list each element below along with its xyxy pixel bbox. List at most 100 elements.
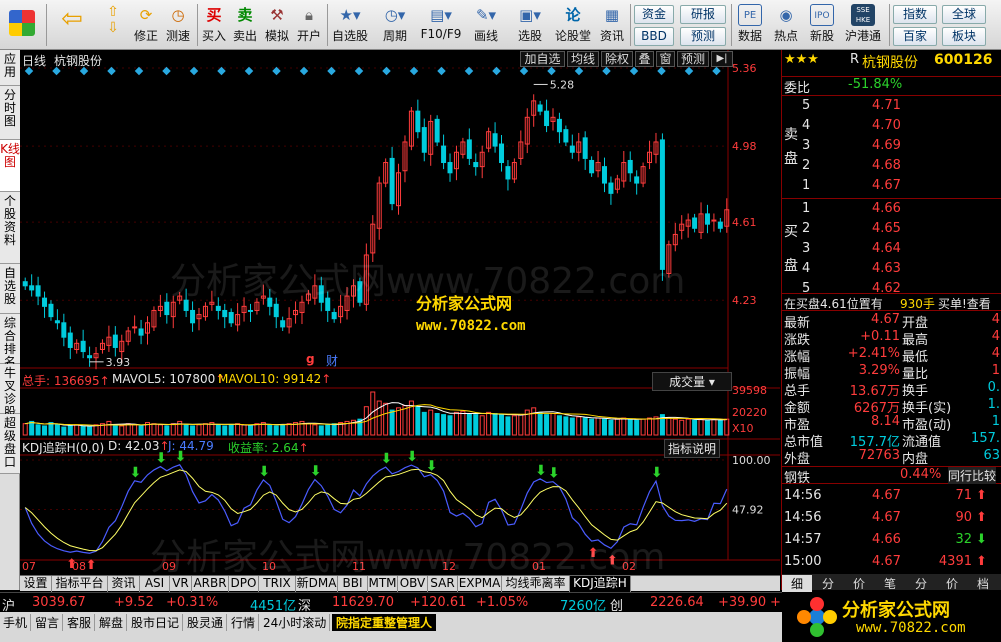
kline-chart-area[interactable]: 5.36 4.98 4.61 4.23 5.28 3.93 39598 20220 X10 100… [20,50,780,578]
toolbar-btn-fix[interactable]: ⟳ 修正 [130,2,162,48]
ask-row[interactable]: 3 4.69 [782,138,1001,155]
quote-tab-1[interactable]: 分 [813,575,843,592]
stat-value: +2.41% [847,346,900,361]
kline-chart-svg[interactable]: 5.36 4.98 4.61 4.23 5.28 3.93 39598 20220 X10 100… [20,50,780,575]
indicator-tab-5[interactable]: ARBR [192,576,229,592]
tick-row: 14:56 4.67 71 ⬆ [782,488,1001,505]
quote-tab-0[interactable]: 细 [782,575,812,592]
status-news[interactable]: 院指定重整管理人 [332,614,437,631]
ask-row[interactable]: 5 4.71 [782,98,1001,115]
buy-signal-arrow-icon: ⬆ [86,558,97,573]
indicator-tab-14[interactable]: 均线乖离率 [502,576,570,592]
toolbar-btn-speed[interactable]: ◷ 测速 [162,2,194,48]
forecast-button[interactable]: 预测 [680,27,726,46]
left-tab-0[interactable]: 应用 [0,50,20,86]
candle-body [29,285,35,291]
indicator-tab-9[interactable]: BBI [338,576,368,592]
toolbar-btn-hot[interactable]: ◉ 热点 [770,2,802,48]
toolbar-btn-open[interactable]: 🔒︎ 开户 [294,2,324,48]
quote-tab-2[interactable]: 价 [844,575,874,592]
global-button[interactable]: 全球 [942,5,986,24]
back-button[interactable]: ⇦ [52,2,92,48]
indicator-tab-12[interactable]: SAR [428,576,458,592]
chart-top-btn-1[interactable]: 均线 [567,51,599,67]
indicator-tab-3[interactable]: ASI [140,576,170,592]
quote-tab-5[interactable]: 价 [937,575,967,592]
indicator-help-button[interactable]: 指标说明 [664,439,720,458]
bid-row[interactable]: 3 4.64 [782,241,1001,258]
up-down-button[interactable]: ⇧ ⇩ [98,2,128,48]
toolbar-btn-forum[interactable]: 论 论股堂 [553,2,593,48]
buy-one-link[interactable]: 买单!查看 [938,295,991,312]
volume-indicator-select[interactable]: 成交量 ▾ [652,372,732,391]
indicator-tab-4[interactable]: VR [170,576,192,592]
quote-header: ★★★ R 杭钢股份 600126 [782,52,1001,72]
left-tab-7[interactable]: 超级盘口 [0,414,20,474]
ask-row[interactable]: 2 4.68 [782,158,1001,175]
status-item-4[interactable]: 股市日记 [128,614,184,631]
toolbar-btn-period[interactable]: ◷▾ 周期 [375,2,415,48]
indicator-tab-2[interactable]: 资讯 [108,576,140,592]
volume-bar [164,425,170,436]
bid-row[interactable]: 1 4.66 [782,201,1001,218]
toolbar-logo-button[interactable] [2,2,42,48]
toolbar-btn-hk-connect[interactable]: SSE HKE 沪港通 [840,2,886,48]
indicator-tab-0[interactable]: 设置 [20,576,52,592]
chart-nav-arrow-icon[interactable]: ▶| [711,51,733,67]
indicator-tab-6[interactable]: DPO [229,576,259,592]
toolbar-btn-screen[interactable]: ▣▾ 选股 [510,2,550,48]
status-item-0[interactable]: 手机 [0,614,32,631]
toolbar-label: 买入 [201,29,226,43]
indicator-tab-8[interactable]: 新DMA [296,576,338,592]
index-button[interactable]: 指数 [893,5,937,24]
quote-tab-6[interactable]: 档 [968,575,998,592]
chart-top-btn-5[interactable]: 预测 [677,51,709,67]
toolbar-btn-sim[interactable]: ⚒ 模拟 [262,2,292,48]
bid-row[interactable]: 4 4.63 [782,261,1001,278]
toolbar-btn-data[interactable]: PE 数据 [734,2,766,48]
indicator-tab-7[interactable]: TRIX [259,576,296,592]
toolbar-btn-sell[interactable]: 卖 卖出 [230,2,260,48]
toolbar-btn-draw[interactable]: ✎▾ 画线 [466,2,506,48]
left-tab-4[interactable]: 自选股 [0,264,20,314]
industry-compare-button[interactable]: 同行比较 [948,467,997,484]
status-item-3[interactable]: 解盘 [96,614,128,631]
toolbar-btn-watchlist[interactable]: ★▾ 自选股 [330,2,370,48]
chart-top-btn-0[interactable]: 加自选 [520,51,565,67]
bid-row[interactable]: 2 4.65 [782,221,1001,238]
indicator-tab-1[interactable]: 指标平台 [52,576,108,592]
sell-signal-arrow-icon: ⬇ [548,466,560,482]
quote-tab-3[interactable]: 笔 [875,575,905,592]
bid-level: 2 [802,221,811,236]
toolbar-btn-ipo[interactable]: IPO 新股 [806,2,838,48]
status-item-1[interactable]: 留言 [32,614,64,631]
left-tab-1[interactable]: 分时图 [0,86,20,140]
status-item-6[interactable]: 行情 [228,614,260,631]
ask-row[interactable]: 4 4.70 [782,118,1001,135]
status-item-7[interactable]: 24小时滚动 [260,614,331,631]
status-item-2[interactable]: 客服 [64,614,96,631]
indicator-tab-15[interactable]: KDJ追踪H [570,576,631,592]
status-item-5[interactable]: 股灵通 [184,614,228,631]
ask-row[interactable]: 1 4.67 [782,178,1001,195]
indicator-tab-13[interactable]: EXPMA [458,576,502,592]
fund-button[interactable]: 资金 [634,5,674,24]
bid-level: 1 [802,201,811,216]
quote-tab-4[interactable]: 分 [906,575,936,592]
left-tab-6[interactable]: 牛叉诊股 [0,364,20,419]
toolbar-btn-f10[interactable]: ▤▾ F10/F9 [418,2,464,48]
left-tab-3[interactable]: 个股资料 [0,192,20,264]
toolbar-btn-news[interactable]: ▦ 资讯 [596,2,628,48]
baijia-button[interactable]: 百家 [893,27,937,46]
indicator-tab-11[interactable]: OBV [398,576,428,592]
research-button[interactable]: 研报 [680,5,726,24]
chart-top-btn-2[interactable]: 除权 [601,51,633,67]
left-tab-2[interactable]: K线图 [0,140,20,192]
bbd-button[interactable]: BBD [634,27,674,46]
toolbar-btn-buy[interactable]: 买 买入 [199,2,229,48]
chart-top-btn-4[interactable]: 窗 [656,51,675,67]
sector-button[interactable]: 板块 [942,27,986,46]
indicator-tab-10[interactable]: MTM [368,576,398,592]
left-tab-5[interactable]: 综合排名 [0,314,20,369]
chart-top-btn-3[interactable]: 叠 [635,51,654,67]
